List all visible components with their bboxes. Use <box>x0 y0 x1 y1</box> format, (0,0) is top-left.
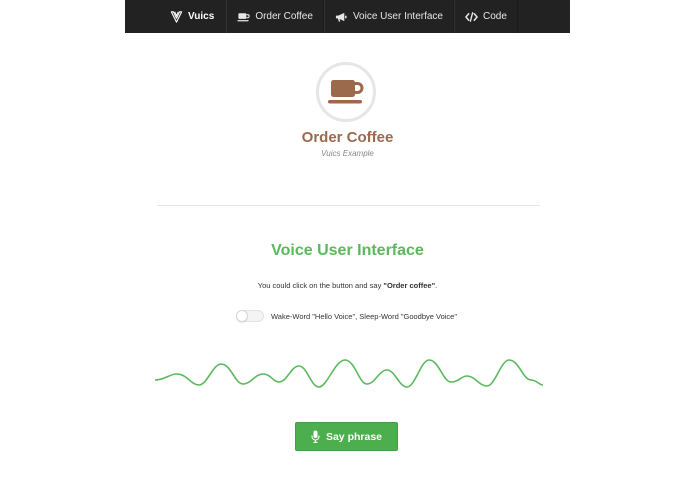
instruction-suffix: . <box>435 281 438 290</box>
page-title: Order Coffee <box>301 129 394 146</box>
nav-item-voice-user-interface[interactable]: Voice User Interface <box>323 0 454 33</box>
say-phrase-button[interactable]: Say phrase <box>295 422 398 451</box>
instruction-phrase: "Order coffee" <box>383 281 436 290</box>
vuics-logo-icon <box>170 10 183 23</box>
say-phrase-label: Say phrase <box>325 430 383 443</box>
coffee-cup-icon <box>328 80 364 104</box>
wake-word-toggle[interactable] <box>236 310 264 322</box>
instruction-text: You could click on the button and say "O… <box>0 281 695 290</box>
wake-word-label: Wake-Word "Hello Voice", Sleep-Word "Goo… <box>271 311 458 321</box>
code-icon <box>465 11 478 22</box>
app-logo <box>316 62 376 122</box>
section-divider <box>157 205 540 206</box>
nav-brand-vuics[interactable]: Vuics <box>160 0 226 33</box>
page: Vuics Order Coffee Voice User Interface <box>0 0 695 494</box>
nav-brand-label: Vuics <box>188 11 215 22</box>
microphone-icon <box>311 430 320 443</box>
voice-waveform <box>155 359 543 388</box>
nav-item-code[interactable]: Code <box>453 0 518 33</box>
instruction-prefix: You could click on the button and say <box>257 281 384 290</box>
top-navbar: Vuics Order Coffee Voice User Interface <box>125 0 570 33</box>
bullhorn-icon <box>335 12 347 22</box>
nav-item-label: Code <box>482 11 507 22</box>
toggle-knob <box>236 310 248 322</box>
nav-item-label: Voice User Interface <box>352 11 443 22</box>
section-title: Voice User Interface <box>271 242 424 259</box>
waveform-line <box>155 359 543 388</box>
wake-word-row: Wake-Word "Hello Voice", Sleep-Word "Goo… <box>236 310 457 322</box>
nav-item-order-coffee[interactable]: Order Coffee <box>226 0 324 33</box>
page-subtitle: Vuics Example <box>321 149 374 158</box>
nav-item-label: Order Coffee <box>255 11 313 22</box>
coffee-icon <box>237 12 250 21</box>
